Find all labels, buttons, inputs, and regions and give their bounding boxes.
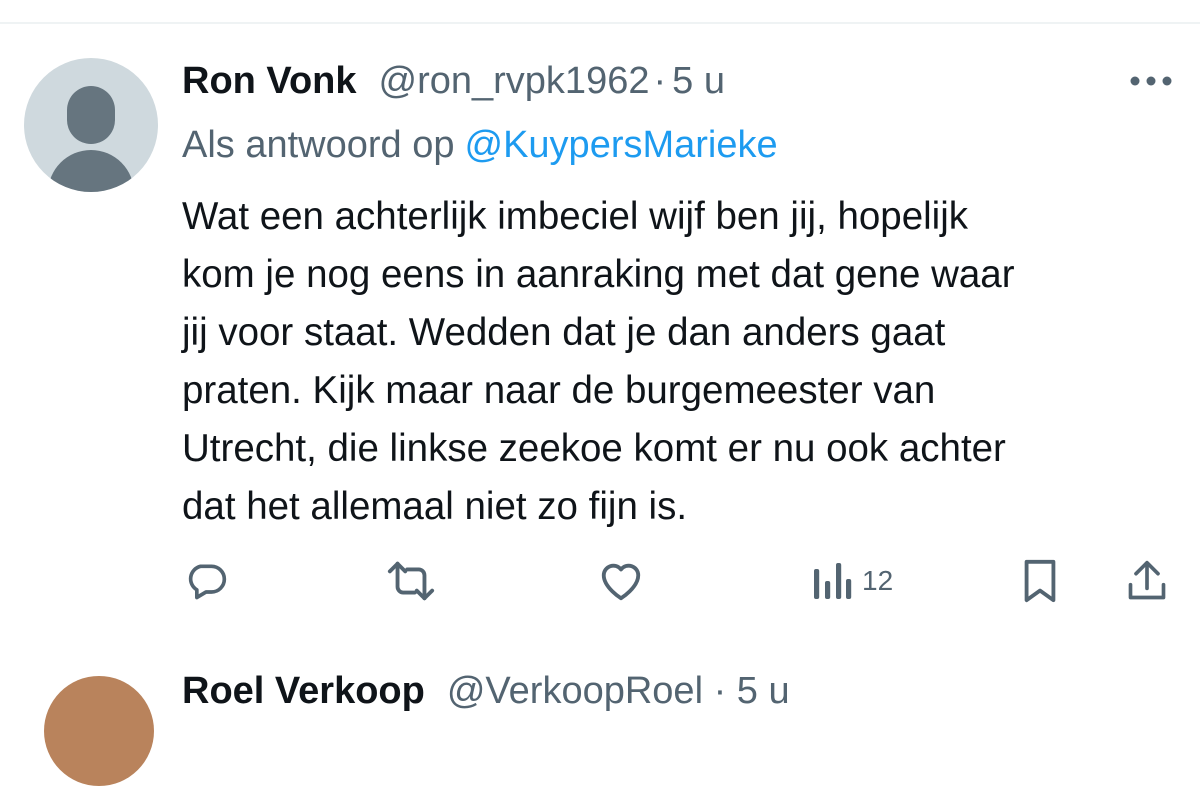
- tweet-timestamp[interactable]: 5 u: [672, 60, 725, 103]
- display-name[interactable]: Ron Vonk: [182, 60, 357, 103]
- top-divider: [0, 22, 1200, 24]
- reply-button[interactable]: [184, 558, 228, 604]
- user-handle[interactable]: @ron_rvpk1962: [379, 60, 650, 103]
- share-button[interactable]: [1126, 558, 1168, 604]
- share-icon: [1128, 560, 1166, 600]
- separator-dot: ·: [653, 59, 667, 102]
- retweet-icon: [387, 561, 435, 601]
- heart-icon: [601, 563, 641, 601]
- views-count: 12: [862, 565, 894, 596]
- views-icon: [814, 563, 852, 599]
- next-tweet-header: Roel Verkoop @VerkoopRoel · 5 u: [182, 666, 790, 716]
- reply-mention-link[interactable]: @KuypersMarieke: [465, 124, 778, 167]
- more-icon: [1130, 76, 1172, 86]
- avatar-default-head: [67, 86, 115, 144]
- views-button[interactable]: 12: [812, 558, 893, 604]
- avatar-default-body: [48, 150, 134, 192]
- reply-icon: [188, 564, 227, 600]
- bookmark-icon: [1024, 559, 1056, 603]
- next-user-handle[interactable]: @VerkoopRoel · 5 u: [447, 670, 790, 713]
- next-display-name[interactable]: Roel Verkoop: [182, 670, 425, 713]
- tweet-header: Ron Vonk @ron_rvpk1962 · 5 u: [182, 56, 725, 106]
- bookmark-button[interactable]: [1020, 558, 1060, 604]
- like-button[interactable]: [598, 558, 644, 604]
- tweet-text: Wat een achterlijk imbeciel wijf ben jij…: [182, 195, 1015, 528]
- reply-context: Als antwoord op @KuypersMarieke: [182, 120, 778, 170]
- retweet-button[interactable]: [386, 558, 436, 604]
- avatar[interactable]: [24, 58, 158, 192]
- more-options-button[interactable]: [1126, 66, 1176, 96]
- reply-prefix: Als antwoord op: [182, 123, 455, 166]
- next-tweet-avatar[interactable]: [44, 676, 154, 786]
